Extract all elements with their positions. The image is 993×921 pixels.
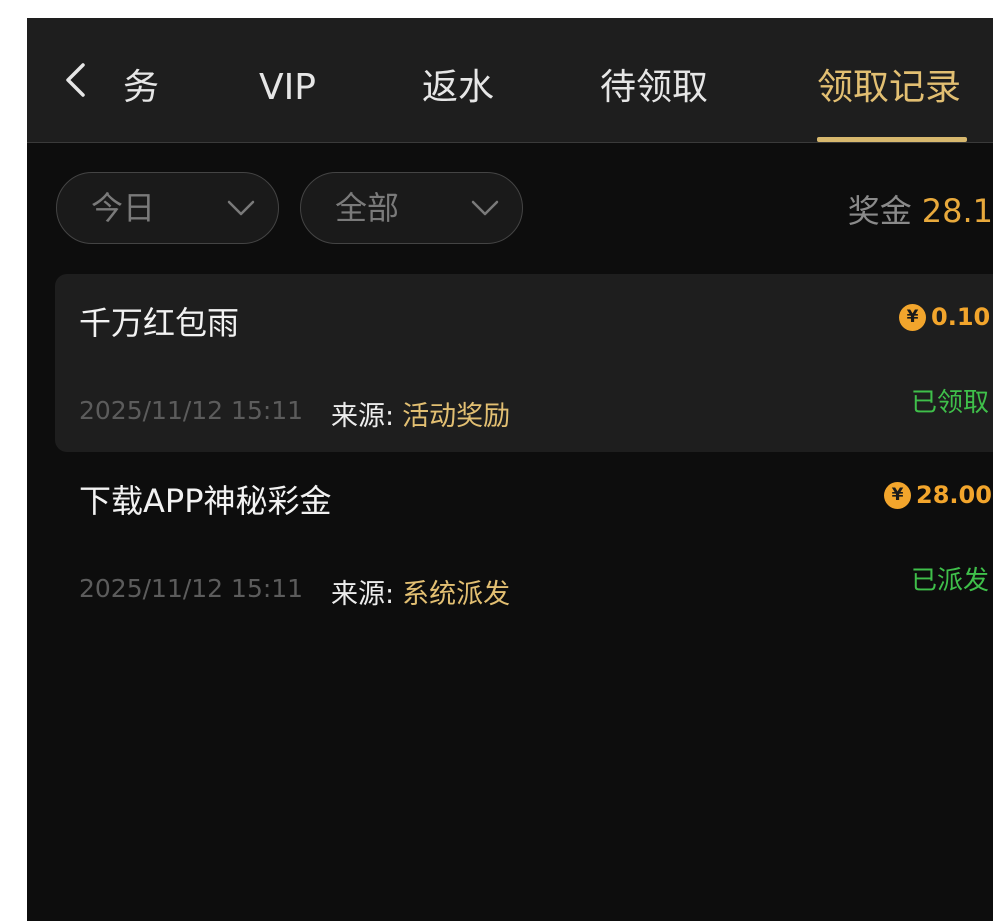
record-amount-value: 28.00 (916, 481, 992, 509)
bonus-summary: 奖金 28.1 (848, 186, 993, 230)
record-source-label: 来源: (331, 401, 395, 432)
record-source-value: 系统派发 (402, 579, 511, 610)
record-amount-value: 0.10 (931, 303, 991, 331)
record-time: 2025/11/12 15:11 (79, 396, 304, 425)
list-item[interactable]: 下载APP神秘彩金 ¥ 28.00 2025/11/12 15:11 来源: 系统… (55, 452, 993, 630)
record-source-label: 来源: (331, 579, 395, 610)
tab-vip[interactable]: VIP (259, 58, 316, 118)
tab-claim-history[interactable]: 领取记录 (817, 58, 961, 118)
type-filter-label: 全部 (335, 189, 400, 227)
record-source-value: 活动奖励 (402, 401, 511, 432)
back-button[interactable] (57, 60, 93, 100)
date-filter-dropdown[interactable]: 今日 (56, 172, 279, 244)
coin-icon: ¥ (899, 303, 926, 331)
coin-icon: ¥ (884, 481, 911, 509)
tab-bar: 务 VIP 返水 待领取 领取记录 (27, 18, 993, 143)
record-time: 2025/11/12 15:11 (79, 574, 304, 603)
bonus-summary-value: 28.1 (921, 192, 993, 230)
chevron-down-icon (227, 200, 255, 216)
bonus-summary-label: 奖金 (847, 192, 912, 230)
tab-tasks[interactable]: 务 (123, 58, 159, 118)
list-item[interactable]: 千万红包雨 ¥ 0.10 2025/11/12 15:11 来源: 活动奖励 已领… (55, 274, 993, 452)
record-status: 已领取 (911, 388, 990, 418)
record-source: 来源: 活动奖励 (331, 394, 510, 433)
record-amount: ¥ 28.00 (884, 480, 992, 510)
type-filter-dropdown[interactable]: 全部 (300, 172, 523, 244)
chevron-down-icon (471, 200, 499, 216)
date-filter-label: 今日 (91, 189, 156, 227)
chevron-left-icon (66, 63, 85, 97)
record-amount: ¥ 0.10 (899, 302, 990, 332)
tab-rebate[interactable]: 返水 (422, 58, 494, 118)
app-screen: 务 VIP 返水 待领取 领取记录 今日 全部 奖金 28.1 千万红包雨 ¥ 0… (27, 18, 993, 921)
tab-pending[interactable]: 待领取 (600, 58, 708, 118)
record-title: 下载APP神秘彩金 (79, 482, 332, 520)
active-tab-indicator (817, 137, 967, 142)
record-status: 已派发 (911, 566, 990, 596)
record-title: 千万红包雨 (79, 304, 240, 342)
record-source: 来源: 系统派发 (331, 572, 510, 611)
